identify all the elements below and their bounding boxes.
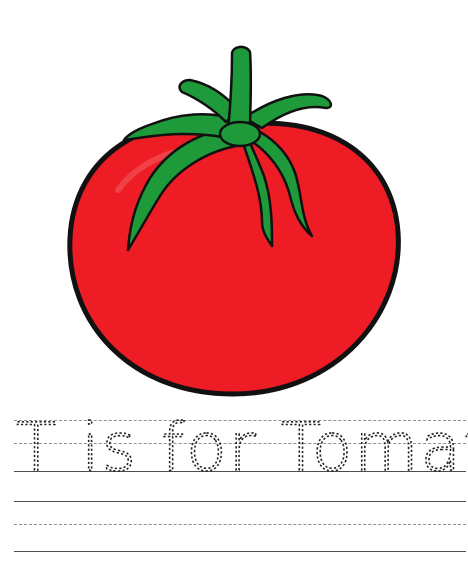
trace-text-layer: T is for Tomato [15, 408, 468, 487]
tomato-body [67, 120, 401, 397]
tomato-stem [226, 45, 253, 134]
handwriting-area: T is for Tomato [0, 400, 468, 588]
trace-text: T is for Tomato [16, 409, 468, 486]
tomato-icon [67, 45, 401, 397]
